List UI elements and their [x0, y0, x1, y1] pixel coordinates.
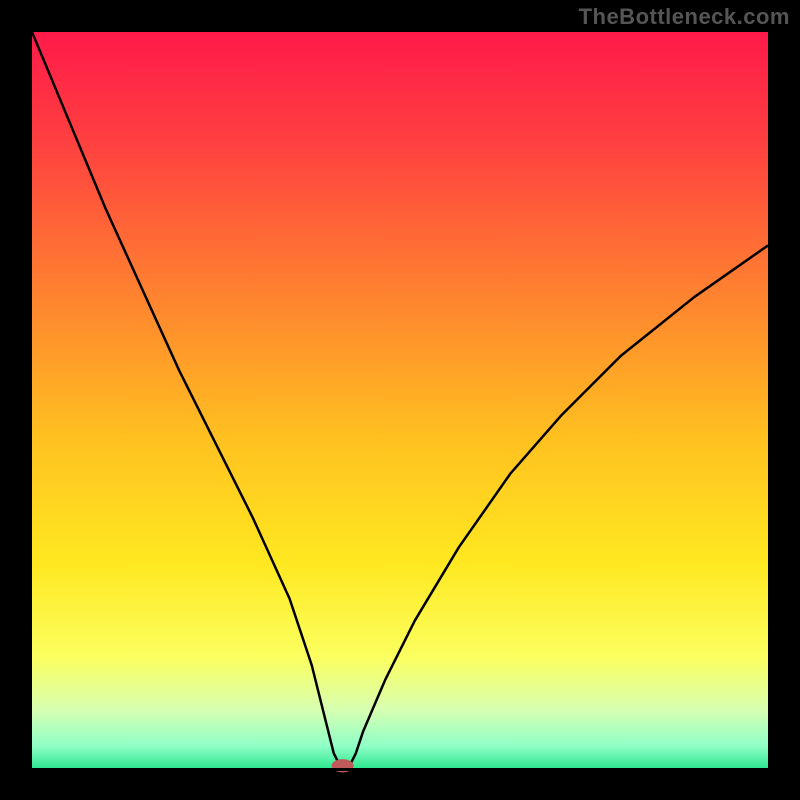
chart-container: TheBottleneck.com [0, 0, 800, 800]
bottleneck-chart [0, 0, 800, 800]
watermark-text: TheBottleneck.com [579, 4, 790, 30]
